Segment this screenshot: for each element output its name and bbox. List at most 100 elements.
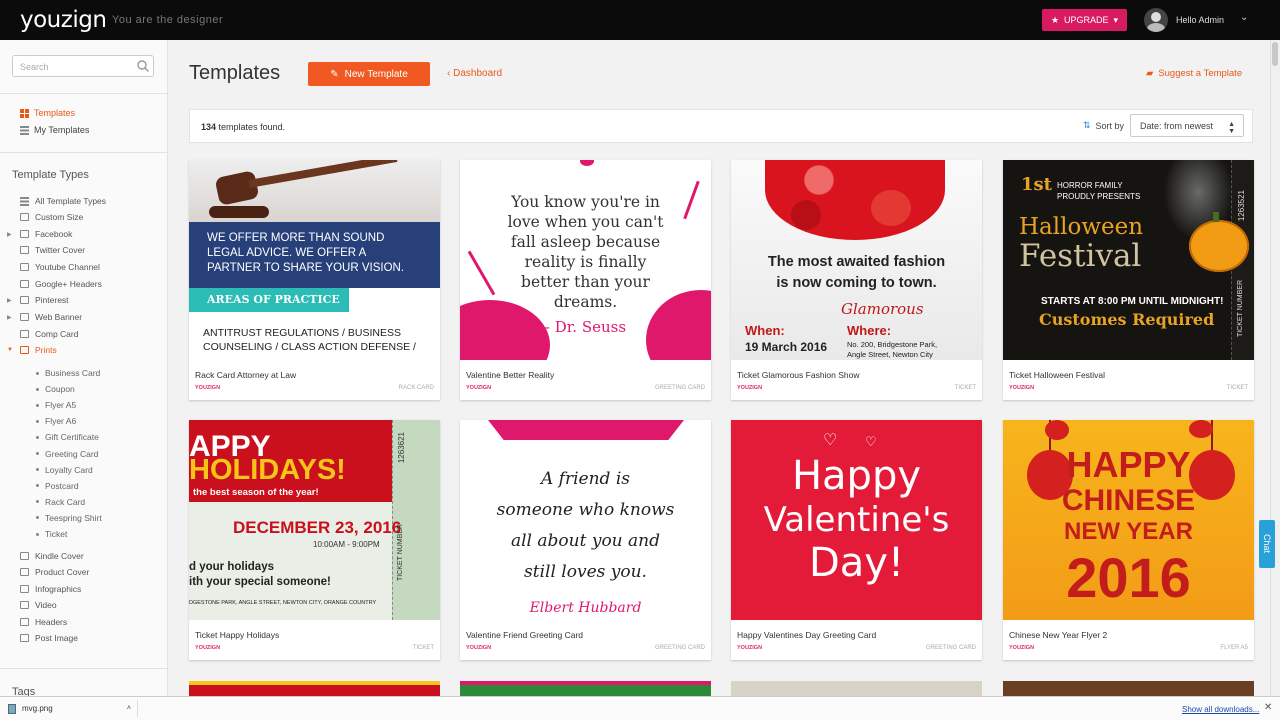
- search-input[interactable]: Search: [12, 55, 154, 77]
- subtype-label: Greeting Card: [45, 448, 99, 459]
- type-product-cover[interactable]: Product Cover: [20, 567, 89, 577]
- type-headers[interactable]: Headers: [20, 617, 67, 627]
- subtype-item[interactable]: Gift Certificate: [36, 432, 99, 442]
- search-icon[interactable]: [136, 59, 150, 73]
- template-card[interactable]: ♡ ♡ Happy Valentine's Day! Happy Valentin…: [731, 420, 982, 660]
- template-card-partial[interactable]: [460, 681, 711, 696]
- new-template-label: New Template: [344, 68, 408, 80]
- results-count: 134 templates found.: [201, 122, 285, 132]
- close-icon[interactable]: ✕: [1264, 702, 1272, 713]
- caret-right-icon[interactable]: ▶: [7, 297, 12, 304]
- caret-down-icon[interactable]: ▼: [7, 347, 13, 353]
- template-thumbnail[interactable]: 1263521 TICKET NUMBER 1st HORROR FAMILY P…: [1003, 160, 1254, 360]
- grid-icon: [20, 108, 29, 118]
- show-all-downloads-link[interactable]: Show all downloads...: [1182, 705, 1259, 714]
- template-card[interactable]: The most awaited fashion is now coming to…: [731, 160, 982, 400]
- subtype-item[interactable]: Postcard: [36, 481, 79, 491]
- template-thumbnail[interactable]: HAPPY CHINESE NEW YEAR 2016: [1003, 420, 1254, 620]
- youzign-logo[interactable]: youzign: [20, 7, 107, 33]
- template-thumbnail[interactable]: A friend is someone who knows all about yo…: [460, 420, 711, 620]
- template-card-partial[interactable]: [731, 681, 982, 696]
- type-web-banner[interactable]: ▶ Web Banner: [7, 312, 82, 322]
- type-prints[interactable]: ▼ Prints: [7, 345, 57, 355]
- thumb-text: HORROR FAMILY PROUDLY PRESENTS: [1057, 181, 1141, 201]
- sort-label-text: Sort by: [1095, 120, 1125, 131]
- thumb-text: d your holidays ith your special someone!: [189, 561, 331, 588]
- template-card[interactable]: 1263521 TICKET NUMBER 1st HORROR FAMILY P…: [1003, 160, 1254, 400]
- template-thumbnail[interactable]: WE OFFER MORE THAN SOUND LEGAL ADVICE. WE…: [189, 160, 440, 360]
- template-thumbnail[interactable]: The most awaited fashion is now coming to…: [731, 160, 982, 360]
- type-twitter-cover[interactable]: Twitter Cover: [20, 245, 85, 255]
- template-name[interactable]: Ticket Happy Holidays: [195, 630, 279, 640]
- subtype-label: Business Card: [45, 368, 101, 378]
- scrollbar[interactable]: [1270, 40, 1280, 696]
- sidebar-item-templates[interactable]: Templates: [20, 108, 75, 118]
- type-comp-card[interactable]: Comp Card: [20, 329, 78, 339]
- type-video[interactable]: Video: [20, 600, 57, 610]
- chevron-down-icon: ▲ ▼: [1228, 121, 1235, 135]
- type-post-image[interactable]: Post Image: [20, 633, 78, 643]
- bullet-icon: [36, 500, 39, 504]
- new-template-button[interactable]: ✎ New Template: [308, 62, 430, 86]
- template-card-partial[interactable]: [189, 681, 440, 696]
- chart-icon: [20, 585, 29, 593]
- type-facebook[interactable]: ▶ Facebook: [7, 229, 72, 239]
- type-youtube-channel[interactable]: Youtube Channel: [20, 262, 100, 272]
- template-brand: YOUZIGN: [1009, 645, 1035, 651]
- type-kindle-cover[interactable]: Kindle Cover: [20, 551, 84, 561]
- user-menu-label[interactable]: Hello Admin: [1176, 15, 1224, 25]
- template-card[interactable]: APPY HOLIDAYS! the best season of the ye…: [189, 420, 440, 660]
- thumb-text: DGESTONE PARK, ANGLE STREET, NEWTON CITY…: [189, 600, 377, 606]
- chevron-down-icon[interactable]: ⌄: [1240, 12, 1248, 23]
- template-card[interactable]: A friend is someone who knows all about yo…: [460, 420, 711, 660]
- sort-select[interactable]: Date: from newest ▲ ▼: [1130, 114, 1244, 137]
- template-name[interactable]: Happy Valentines Day Greeting Card: [737, 630, 876, 640]
- caret-right-icon[interactable]: ▶: [7, 314, 12, 321]
- upgrade-button[interactable]: ★ UPGRADE ▾: [1042, 9, 1127, 31]
- sidebar-item-my-templates[interactable]: My Templates: [20, 125, 89, 135]
- subtype-item[interactable]: Loyalty Card: [36, 465, 93, 475]
- template-name[interactable]: Ticket Glamorous Fashion Show: [737, 370, 860, 380]
- type-all-template-types[interactable]: All Template Types: [20, 196, 106, 206]
- template-card[interactable]: You know you're in love when you can't fal…: [460, 160, 711, 400]
- avatar[interactable]: [1144, 8, 1168, 32]
- template-card[interactable]: WE OFFER MORE THAN SOUND LEGAL ADVICE. WE…: [189, 160, 440, 400]
- subtype-label: Postcard: [45, 480, 79, 491]
- suggest-template-link[interactable]: ▰ Suggest a Template: [1146, 68, 1242, 79]
- template-name[interactable]: Chinese New Year Flyer 2: [1009, 630, 1107, 640]
- template-thumbnail[interactable]: ♡ ♡ Happy Valentine's Day!: [731, 420, 982, 620]
- template-card-partial[interactable]: [1003, 681, 1254, 696]
- template-name[interactable]: Rack Card Attorney at Law: [195, 370, 296, 380]
- type-custom-size[interactable]: Custom Size: [20, 212, 83, 222]
- caret-right-icon[interactable]: ▶: [7, 231, 12, 238]
- subtype-item[interactable]: Coupon: [36, 384, 75, 394]
- dashboard-label: Dashboard: [453, 68, 503, 79]
- subtype-item[interactable]: Ticket: [36, 529, 67, 539]
- subtype-item[interactable]: Greeting Card: [36, 449, 98, 459]
- chevron-down-icon[interactable]: ˄: [127, 705, 131, 712]
- subtype-item[interactable]: Flyer A5: [36, 400, 76, 410]
- type-google-headers[interactable]: Google+ Headers: [20, 279, 102, 289]
- download-item[interactable]: mvg.png ˄: [8, 700, 138, 717]
- template-name[interactable]: Ticket Halloween Festival: [1009, 370, 1105, 380]
- subtype-item[interactable]: Flyer A6: [36, 416, 76, 426]
- printer-icon: [20, 346, 29, 354]
- subtype-item[interactable]: Rack Card: [36, 497, 85, 507]
- template-name[interactable]: Valentine Better Reality: [466, 370, 554, 380]
- subtype-item[interactable]: Teespring Shirt: [36, 513, 102, 523]
- template-brand: YOUZIGN: [466, 645, 492, 651]
- type-label: Prints: [35, 345, 57, 355]
- subtype-item[interactable]: Business Card: [36, 368, 100, 378]
- type-pinterest[interactable]: ▶ Pinterest: [7, 295, 69, 305]
- scrollbar-thumb[interactable]: [1272, 42, 1278, 66]
- template-thumbnail[interactable]: You know you're in love when you can't fal…: [460, 160, 711, 360]
- type-infographics[interactable]: Infographics: [20, 584, 81, 594]
- type-label: Infographics: [35, 584, 82, 594]
- dashboard-link[interactable]: ‹ Dashboard: [447, 68, 502, 79]
- template-name[interactable]: Valentine Friend Greeting Card: [466, 630, 583, 640]
- template-card[interactable]: HAPPY CHINESE NEW YEAR 2016 Chinese New …: [1003, 420, 1254, 660]
- template-thumbnail[interactable]: APPY HOLIDAYS! the best season of the ye…: [189, 420, 440, 620]
- chat-tab[interactable]: Chat: [1259, 520, 1275, 568]
- subtype-label: Coupon: [45, 384, 75, 395]
- thumb-text: ANTITRUST REGULATIONS / BUSINESS COUNSELI…: [203, 327, 416, 353]
